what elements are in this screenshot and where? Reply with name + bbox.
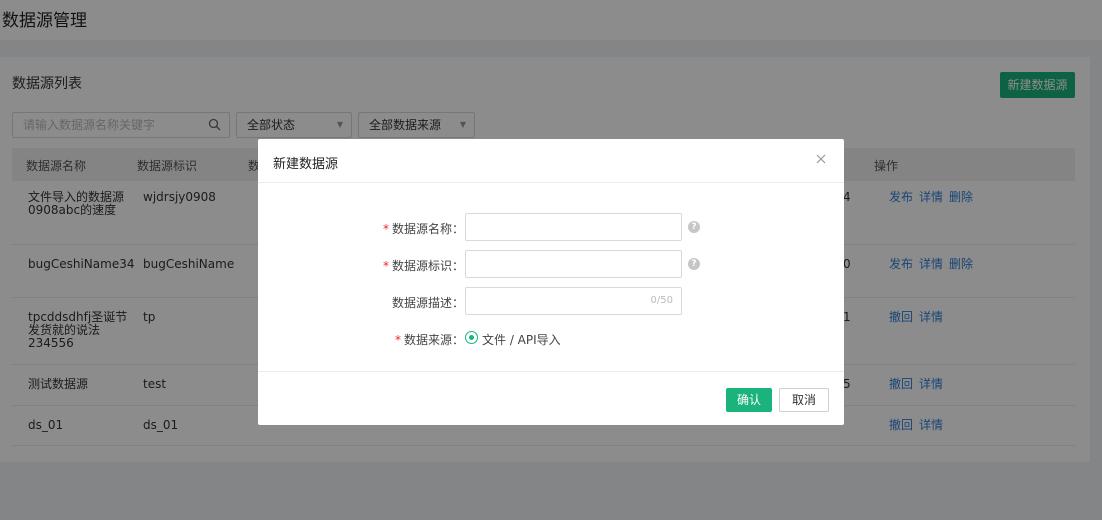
name-field-label: * 数据源名称：: [382, 222, 464, 236]
divider: [258, 371, 844, 372]
confirm-button[interactable]: 确认: [726, 388, 772, 412]
source-field-label: * 数据来源：: [394, 333, 464, 347]
close-icon[interactable]: [815, 153, 827, 165]
desc-field[interactable]: 0/50: [465, 287, 682, 315]
dialog-title: 新建数据源: [273, 157, 339, 172]
source-radio[interactable]: [465, 331, 478, 344]
id-field[interactable]: [465, 250, 682, 278]
id-field-label: * 数据源标识：: [382, 259, 464, 273]
name-field[interactable]: [465, 213, 682, 241]
cancel-button[interactable]: 取消: [779, 388, 829, 412]
char-counter: 0/50: [650, 295, 673, 306]
divider: [258, 182, 844, 183]
help-icon[interactable]: ?: [688, 258, 700, 270]
source-radio-label[interactable]: 文件 / API导入: [482, 331, 561, 348]
new-datasource-dialog: 新建数据源 * 数据源名称： ? * 数据源标识： ? 数据源描述： 0/50 * 数…: [258, 139, 844, 425]
desc-field-label: 数据源描述：: [391, 296, 464, 310]
help-icon[interactable]: ?: [688, 221, 700, 233]
